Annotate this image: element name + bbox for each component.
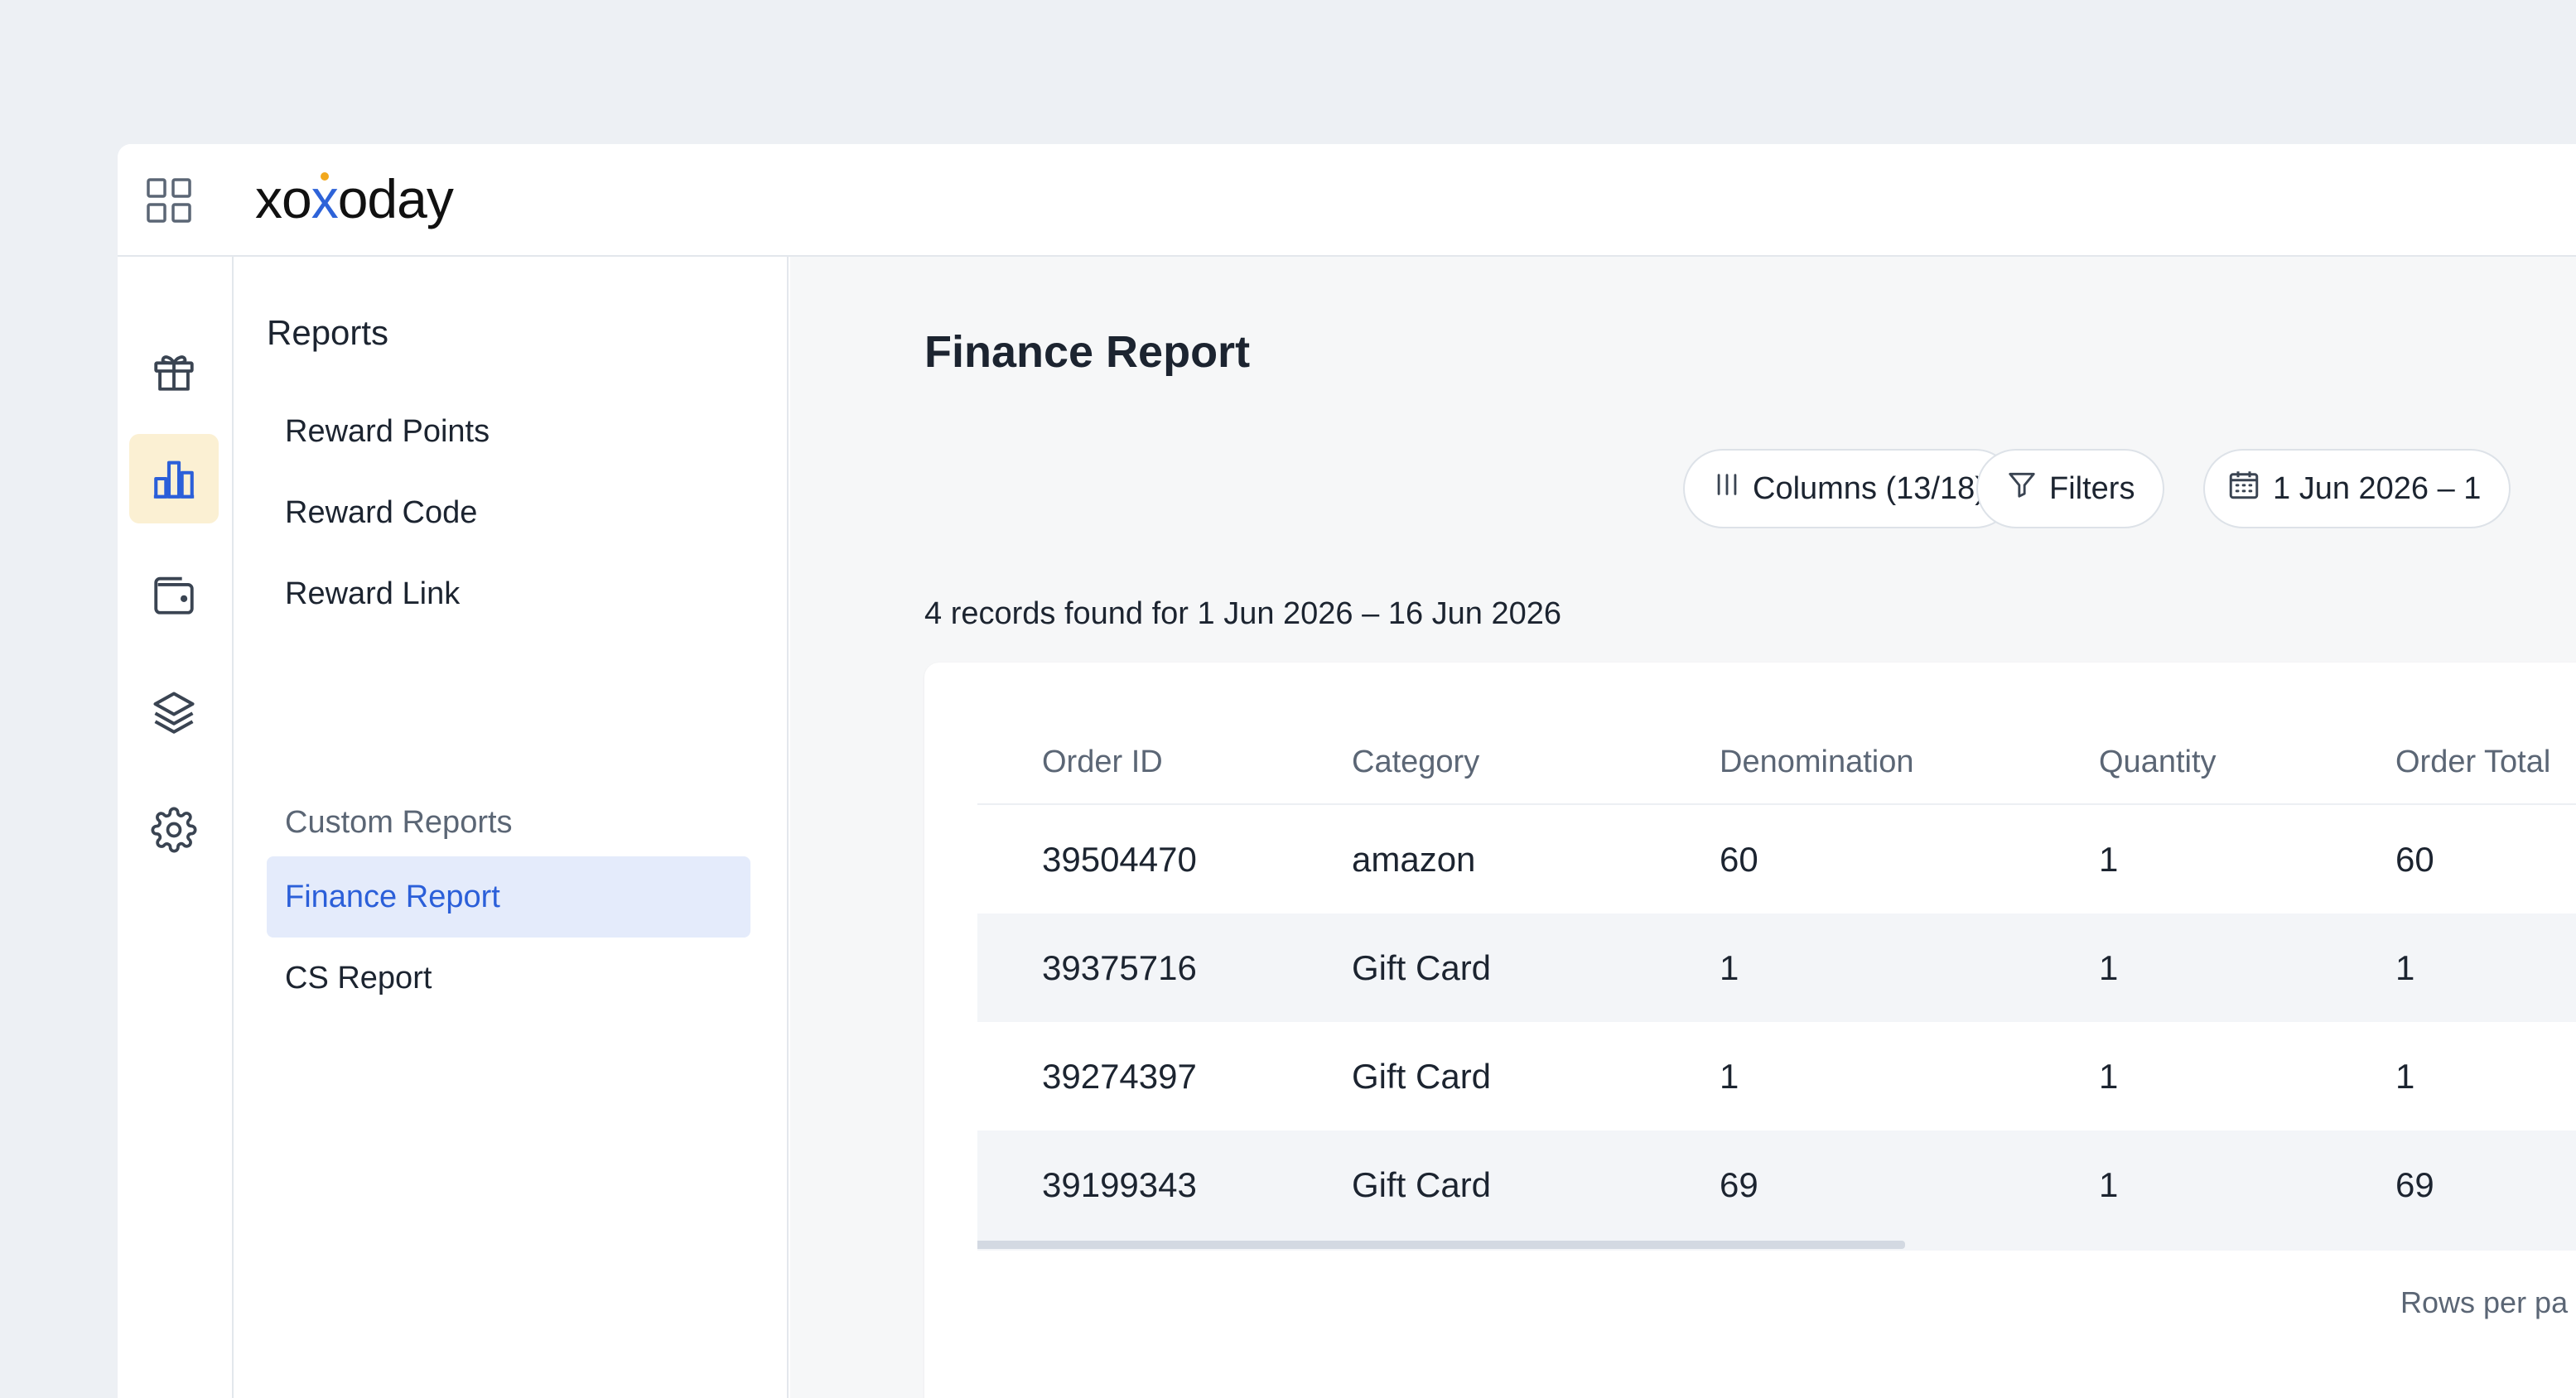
page-title: Finance Report [924, 327, 1251, 377]
grid-icon[interactable] [142, 174, 195, 227]
sidebar-item-finance-report[interactable]: Finance Report [267, 856, 750, 938]
column-header-order-id[interactable]: Order ID [1042, 721, 1163, 803]
cell-order-total: 1 [2395, 1056, 2415, 1096]
table-row[interactable]: 39504470 amazon 60 1 60 [977, 805, 2576, 914]
xoxoday-logo[interactable]: xo x oday [255, 168, 454, 229]
filters-button-label: Filters [2049, 470, 2135, 506]
column-header-category[interactable]: Category [1352, 721, 1479, 803]
cell-order-id: 39199343 [1042, 1164, 1197, 1204]
cell-category: Gift Card [1352, 1056, 1492, 1096]
table-row[interactable]: 39199343 Gift Card 69 1 69 [977, 1130, 2576, 1239]
app-window: xo x oday Reports Reward Points Reward C… [118, 144, 2576, 1398]
cell-order-id: 39504470 [1042, 839, 1197, 879]
layers-icon[interactable] [129, 668, 219, 757]
date-range-label: 1 Jun 2026 – 1 [2273, 470, 2482, 506]
table-header: Order ID Category Denomination Quantity … [977, 721, 2576, 805]
cell-quantity: 1 [2099, 839, 2119, 879]
column-header-order-total[interactable]: Order Total [2395, 721, 2550, 803]
cell-denomination: 1 [1720, 947, 1739, 987]
table-row[interactable]: 39274397 Gift Card 1 1 1 [977, 1022, 2576, 1130]
reports-sidebar: Reports Reward Points Reward Code Reward… [234, 257, 789, 1398]
sidebar-item-reward-link[interactable]: Reward Link [267, 553, 750, 634]
horizontal-scrollbar[interactable] [977, 1239, 2576, 1251]
columns-button[interactable]: Columns (13/18) [1683, 449, 2015, 528]
sidebar-item-cs-report[interactable]: CS Report [267, 938, 750, 1019]
records-count-text: 4 records found for 1 Jun 2026 – 16 Jun … [924, 596, 1561, 631]
sidebar-section-label: Custom Reports [285, 805, 513, 840]
cell-order-total: 1 [2395, 947, 2415, 987]
cell-category: amazon [1352, 839, 1476, 879]
scrollbar-thumb[interactable] [977, 1241, 1905, 1249]
column-header-quantity[interactable]: Quantity [2099, 721, 2217, 803]
columns-button-label: Columns (13/18) [1753, 470, 1985, 506]
cell-denomination: 1 [1720, 1056, 1739, 1096]
wallet-icon[interactable] [129, 550, 219, 639]
report-table: Order ID Category Denomination Quantity … [977, 721, 2576, 1251]
cell-order-id: 39274397 [1042, 1056, 1197, 1096]
filter-icon [2006, 469, 2038, 509]
calendar-icon [2226, 467, 2261, 510]
sidebar-item-reward-code[interactable]: Reward Code [267, 472, 750, 553]
cell-order-total: 60 [2395, 839, 2434, 879]
rows-per-page-label: Rows per pa [2400, 1285, 2569, 1319]
cell-denomination: 60 [1720, 839, 1758, 879]
main-content: Finance Report Columns (13/18) Filters 1… [790, 257, 2576, 1398]
top-bar: xo x oday [118, 144, 2576, 257]
cell-denomination: 69 [1720, 1164, 1758, 1204]
columns-icon [1713, 470, 1741, 507]
cell-order-id: 39375716 [1042, 947, 1197, 987]
cell-quantity: 1 [2099, 1164, 2119, 1204]
bar-chart-icon[interactable] [129, 434, 219, 523]
report-table-card: Order ID Category Denomination Quantity … [924, 663, 2576, 1398]
cell-quantity: 1 [2099, 1056, 2119, 1096]
sidebar-title: Reports [267, 313, 389, 352]
icon-rail [118, 257, 234, 1398]
cell-order-total: 69 [2395, 1164, 2434, 1204]
gift-icon[interactable] [129, 326, 219, 416]
filters-button[interactable]: Filters [1976, 449, 2165, 528]
gear-icon[interactable] [129, 785, 219, 875]
cell-category: Gift Card [1352, 1164, 1492, 1204]
cell-category: Gift Card [1352, 947, 1492, 987]
date-range-button[interactable]: 1 Jun 2026 – 1 [2203, 449, 2511, 528]
sidebar-item-reward-points[interactable]: Reward Points [267, 391, 750, 472]
column-header-denomination[interactable]: Denomination [1720, 721, 1913, 803]
cell-quantity: 1 [2099, 947, 2119, 987]
table-row[interactable]: 39375716 Gift Card 1 1 1 [977, 914, 2576, 1022]
